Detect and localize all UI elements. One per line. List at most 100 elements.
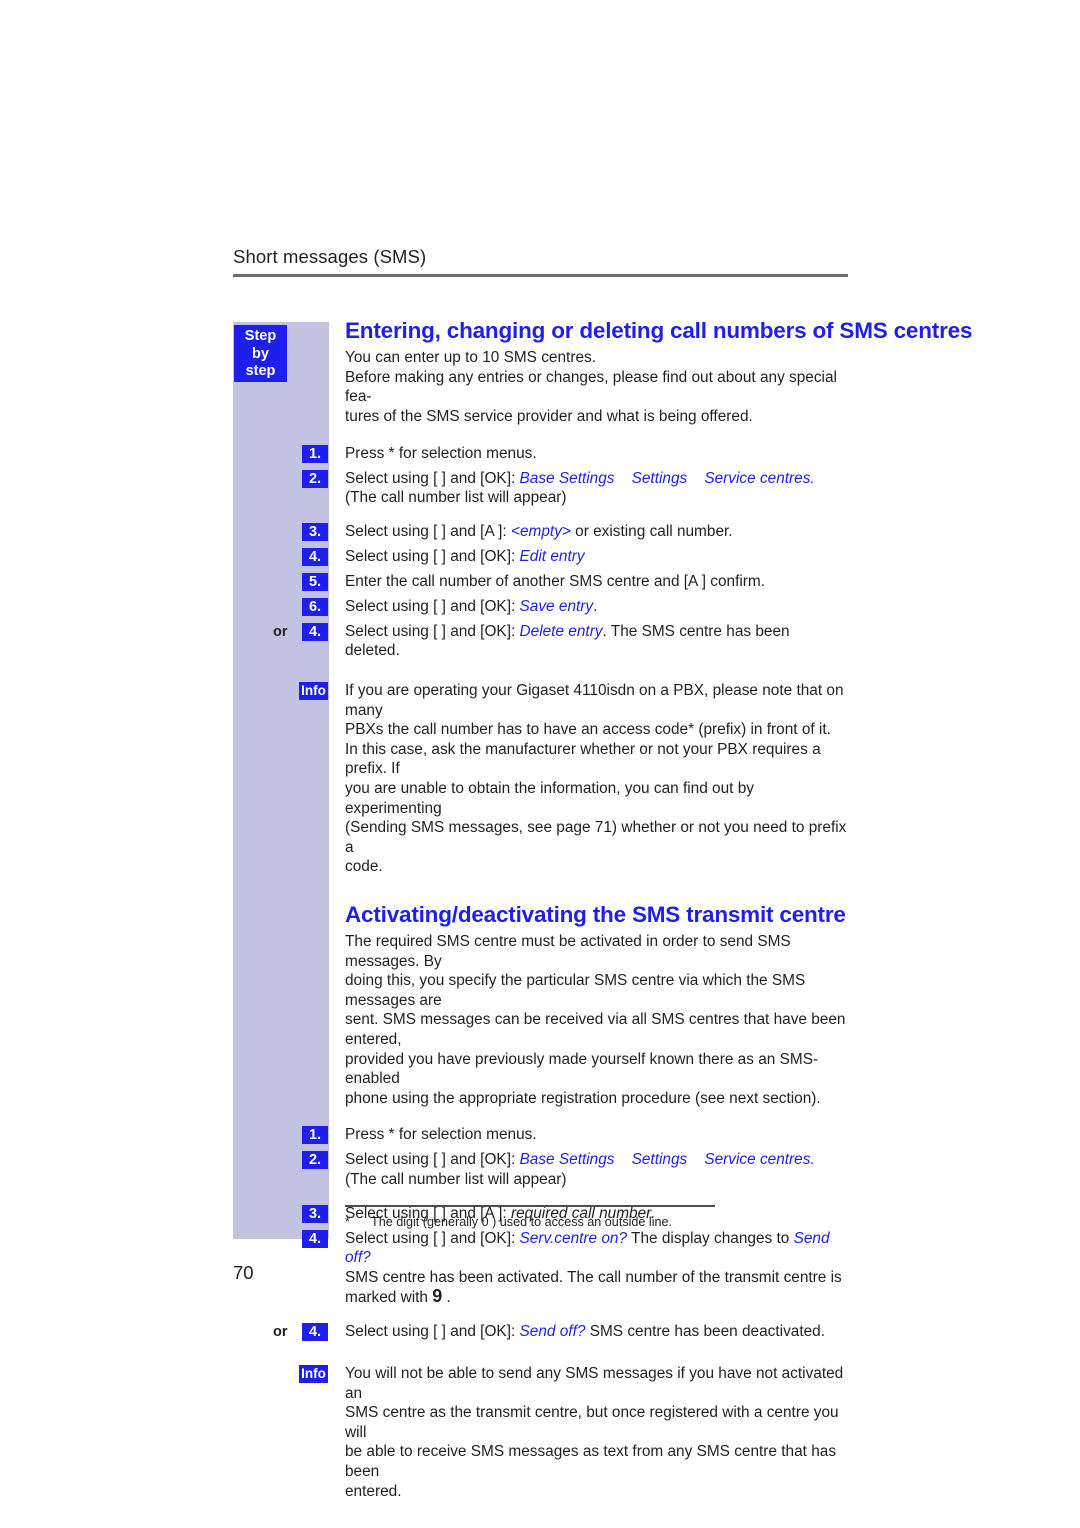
page-number: 70 [233,1262,254,1283]
step-text-rest: for selection menus. [398,1126,537,1144]
info-block-1: Info If you are operating your Gigaset 4… [299,681,848,877]
marked-with-lead: marked with [345,1289,433,1307]
step-badge: 4. [302,1229,328,1248]
or-label: or [273,623,288,640]
step-badge: 5. [302,572,328,591]
step-by-step-flag-line1: Step [244,328,277,344]
step-text-lead: Select using [ ] and [OK]: [345,622,520,640]
step-row: 5. Enter the call number of another SMS … [302,572,848,594]
info-line: PBXs the call number has to have an acce… [345,721,831,739]
step-by-step-flag: Step by step [234,325,287,382]
step-row: 1. Press * for selection menus. [302,1125,848,1147]
intro-line: You can enter up to 10 SMS centres. [345,349,596,367]
section-1-steps: 1. Press * for selection menus. 2. Selec… [273,444,848,661]
step-badge: 4. [302,622,328,641]
info-line: You will not be able to send any SMS mes… [345,1364,844,1402]
step-continuation: (The call number list will appear) [345,489,567,507]
intro-line: provided you have previously made yourse… [345,1050,819,1088]
intro-line: phone using the appropriate registration… [345,1089,821,1107]
step-text-lead: Select using [ ] and [A ]: [345,522,511,540]
step-row-alternative: or 4. Select using [ ] and [OK]: Delete … [273,622,848,661]
step-row: 3. Select using [ ] and [A ]: <empty> or… [302,522,848,544]
step-mid-text: The display changes to [627,1229,794,1247]
step-badge: 6. [302,597,328,616]
step-badge: 2. [302,1151,328,1170]
info-block-2: Info You will not be able to send any SM… [299,1364,848,1501]
step-text-tail: or existing call number. [570,522,733,540]
display-value: Edit entry [519,547,585,565]
step-text: Select using [ ] and [OK]: Send off? SMS… [345,1323,825,1340]
step-text: Select using [ ] and [OK]: Delete entry.… [345,623,790,660]
step-continuation: SMS centre has been activated. The call … [345,1268,842,1286]
step-text-lead: Press * [345,444,399,462]
display-value: Settings [631,1151,688,1169]
intro-line: The required SMS centre must be activate… [345,933,791,970]
footnote-text: * The digit (generally 0 ) used to access… [345,1214,715,1230]
info-badge: Info [299,1364,328,1383]
info-line: entered. [345,1482,402,1500]
section-1-intro: You can enter up to 10 SMS centres. Befo… [345,348,848,426]
info-text: You will not be able to send any SMS mes… [345,1364,848,1501]
step-row: 2. Select using [ ] and [OK]: Base Setti… [302,469,848,508]
footnote: * The digit (generally 0 ) used to access… [345,1205,715,1230]
step-row: 1. Press * for selection menus. [302,444,848,466]
info-line: In this case, ask the manufacturer wheth… [345,740,821,778]
step-text: Select using [ ] and [A ]: <empty> or ex… [345,523,733,540]
page-content: Entering, changing or deleting call numb… [273,318,972,1504]
or-label: or [273,1323,288,1340]
step-text-lead: Press * [345,1126,399,1144]
footnote-marker: * [345,1214,350,1229]
step-badge: 3. [302,522,328,541]
step-text: Select using [ ] and [OK]: Edit entry [345,548,585,565]
step-text-lead: Select using [ ] and [OK]: [345,597,520,615]
info-text: If you are operating your Gigaset 4110is… [345,681,848,877]
step-badge: 1. [302,1126,328,1145]
step-text: Press * for selection menus. [345,445,537,462]
intro-line: tures of the SMS service provider and wh… [345,407,753,425]
info-line: be able to receive SMS messages as text … [345,1443,837,1480]
info-line: If you are operating your Gigaset 4110is… [345,681,844,719]
step-text-lead: Enter the call number of another SMS cen… [345,572,766,590]
step-text: Press * for selection menus. [345,1126,537,1143]
info-line: (Sending SMS messages, see page 71) whet… [345,819,847,856]
display-value: Send off? [519,1322,586,1340]
section-2-intro: The required SMS centre must be activate… [345,932,848,1108]
step-badge: 4. [302,547,328,566]
info-badge: Info [299,681,328,700]
step-text-lead: Select using [ ] and [OK]: [345,547,520,565]
intro-line: Before making any entries or changes, pl… [345,368,837,406]
step-text-lead: Select using [ ] and [OK]: [345,1151,520,1169]
display-value: Delete entry [519,622,603,640]
info-line: you are unable to obtain the information… [345,779,754,817]
intro-line: sent. SMS messages can be received via a… [345,1011,846,1049]
step-text-rest: for selection menus. [398,444,537,462]
display-value: Settings [631,469,688,487]
display-value: Save entry [519,597,594,615]
header-divider [233,274,848,277]
step-row: 2. Select using [ ] and [OK]: Base Setti… [302,1150,848,1189]
display-value: Base Settings [519,469,615,487]
step-badge: 3. [302,1204,328,1223]
step-row: 6. Select using [ ] and [OK]: Save entry… [302,597,848,619]
marker-digit: 9 [432,1286,443,1307]
step-continuation: (The call number list will appear) [345,1171,567,1188]
display-value: Service centres. [704,469,815,487]
step-text-lead: Select using [ ] and [OK]: [345,1322,520,1340]
step-text-tail: . [593,597,598,615]
footnote-body: The digit (generally 0 ) used to access … [371,1214,673,1229]
step-row: 4. Select using [ ] and [OK]: Edit entry [302,547,848,569]
step-text: Select using [ ] and [OK]: Serv.centre o… [345,1230,848,1308]
step-row: 4. Select using [ ] and [OK]: Serv.centr… [302,1229,848,1308]
running-header: Short messages (SMS) [233,246,848,277]
running-header-title: Short messages (SMS) [233,246,427,267]
step-badge: 4. [302,1322,328,1341]
display-value: Service centres. [704,1151,815,1169]
step-text-lead: Select using [ ] and [OK]: [345,469,520,487]
